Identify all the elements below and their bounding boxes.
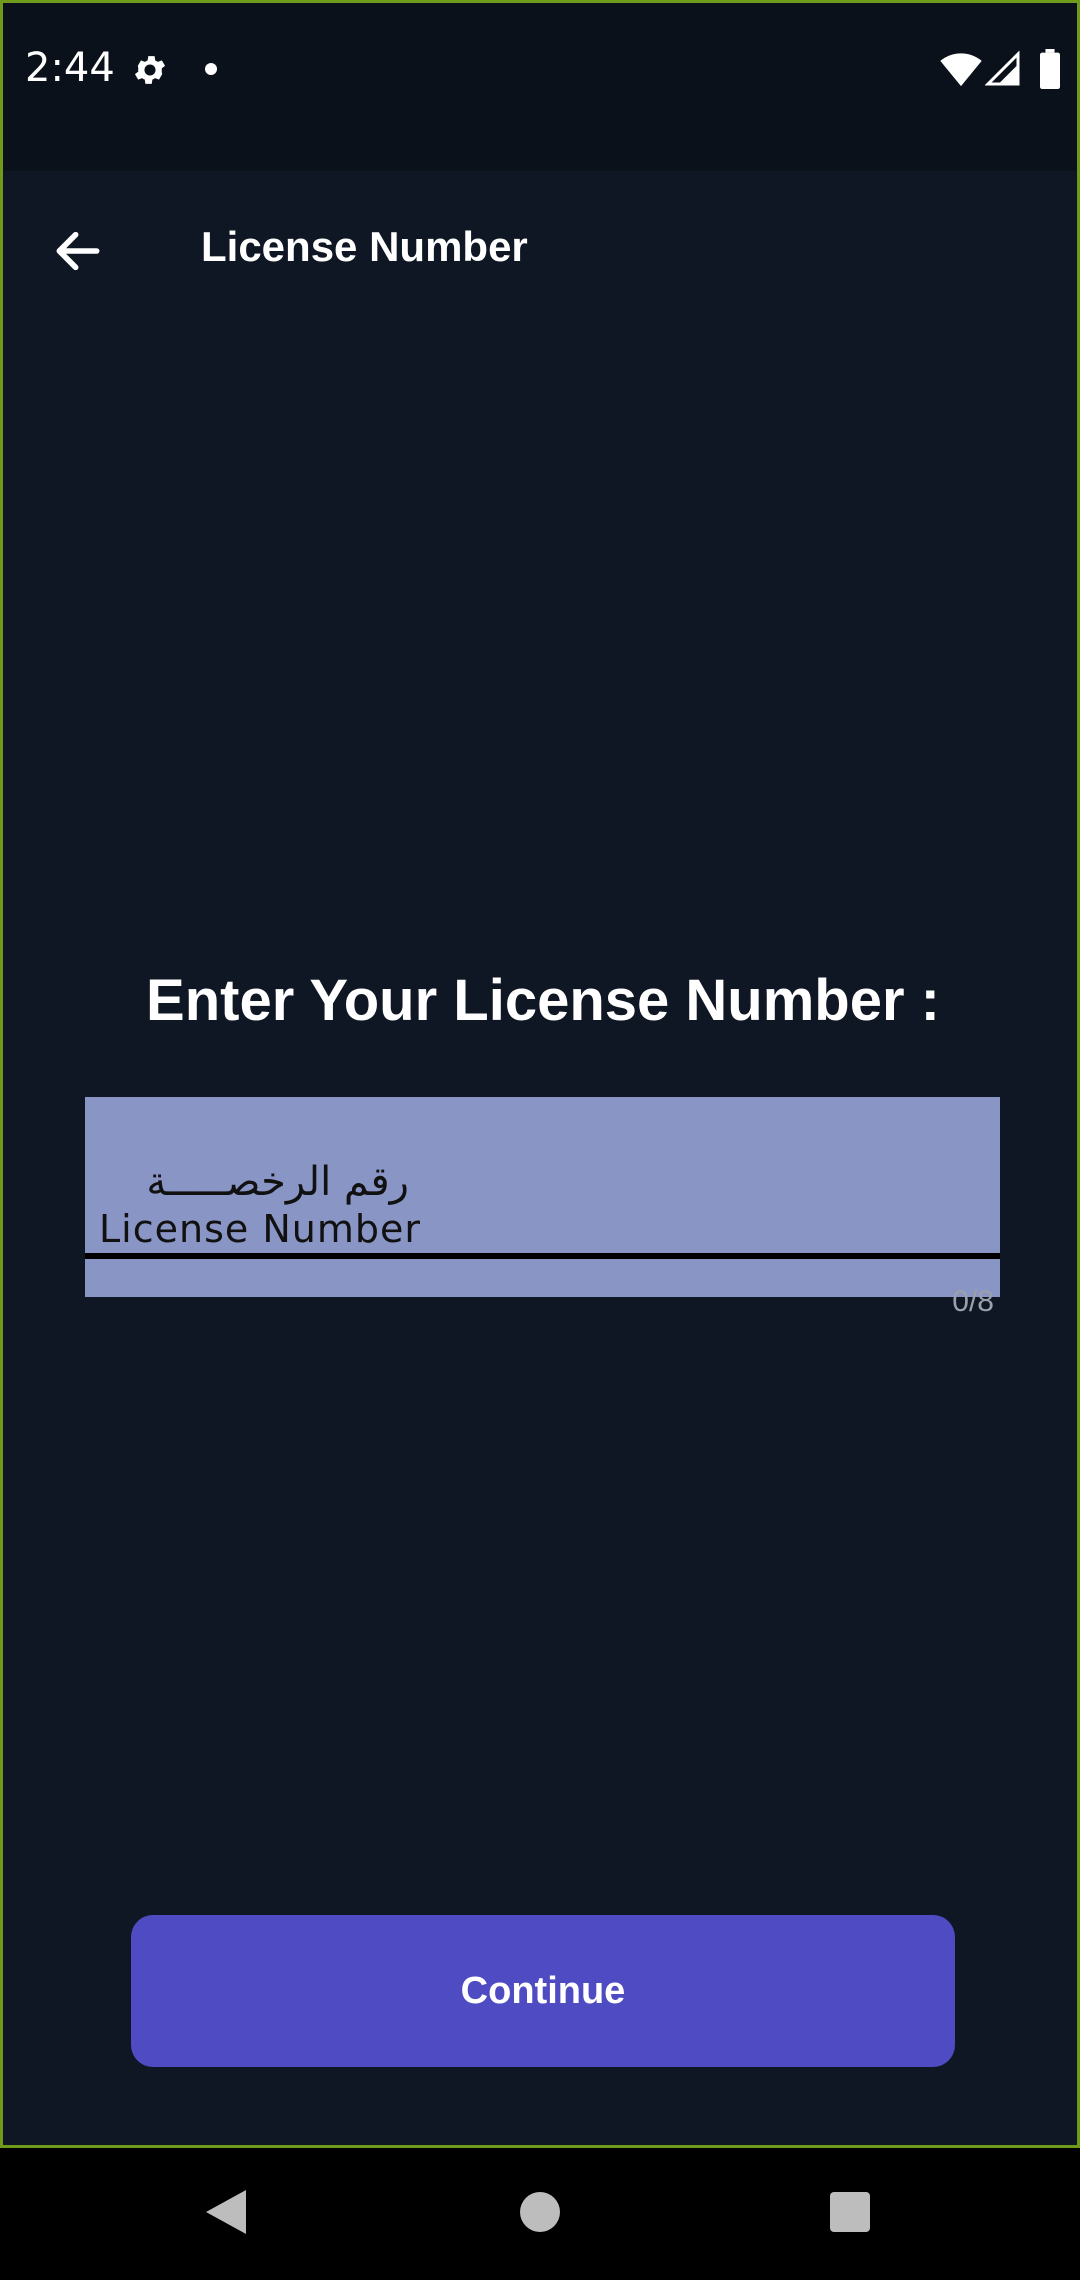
navigation-bar (0, 2148, 1080, 2280)
battery-icon (1040, 49, 1060, 89)
arrow-back-icon[interactable] (43, 223, 113, 279)
license-field-label: رقم الرخصـــــة License Number (99, 1155, 519, 1255)
continue-button[interactable]: Continue (131, 1915, 955, 2067)
signal-icon (985, 51, 1020, 86)
field-underline (85, 1253, 1000, 1259)
character-counter: 0/8 (952, 1285, 994, 1318)
notification-dot-icon (205, 63, 217, 75)
app-screen: 2:44 License Number Enter Your License N… (0, 0, 1080, 2148)
nav-recents-icon[interactable] (830, 2192, 870, 2232)
gear-icon (134, 56, 166, 84)
wifi-icon (940, 53, 982, 87)
license-label-arabic: رقم الرخصـــــة (146, 1159, 409, 1205)
nav-home-icon[interactable] (520, 2192, 560, 2232)
nav-back-icon[interactable] (206, 2190, 246, 2234)
license-number-input[interactable]: رقم الرخصـــــة License Number (85, 1097, 1000, 1297)
status-bar: 2:44 (3, 3, 1077, 171)
page-title: License Number (201, 223, 528, 270)
license-label-english: License Number (99, 1207, 421, 1251)
license-prompt-heading: Enter Your License Number : (146, 968, 940, 1033)
status-time: 2:44 (25, 45, 115, 91)
app-bar: License Number (3, 171, 1077, 331)
